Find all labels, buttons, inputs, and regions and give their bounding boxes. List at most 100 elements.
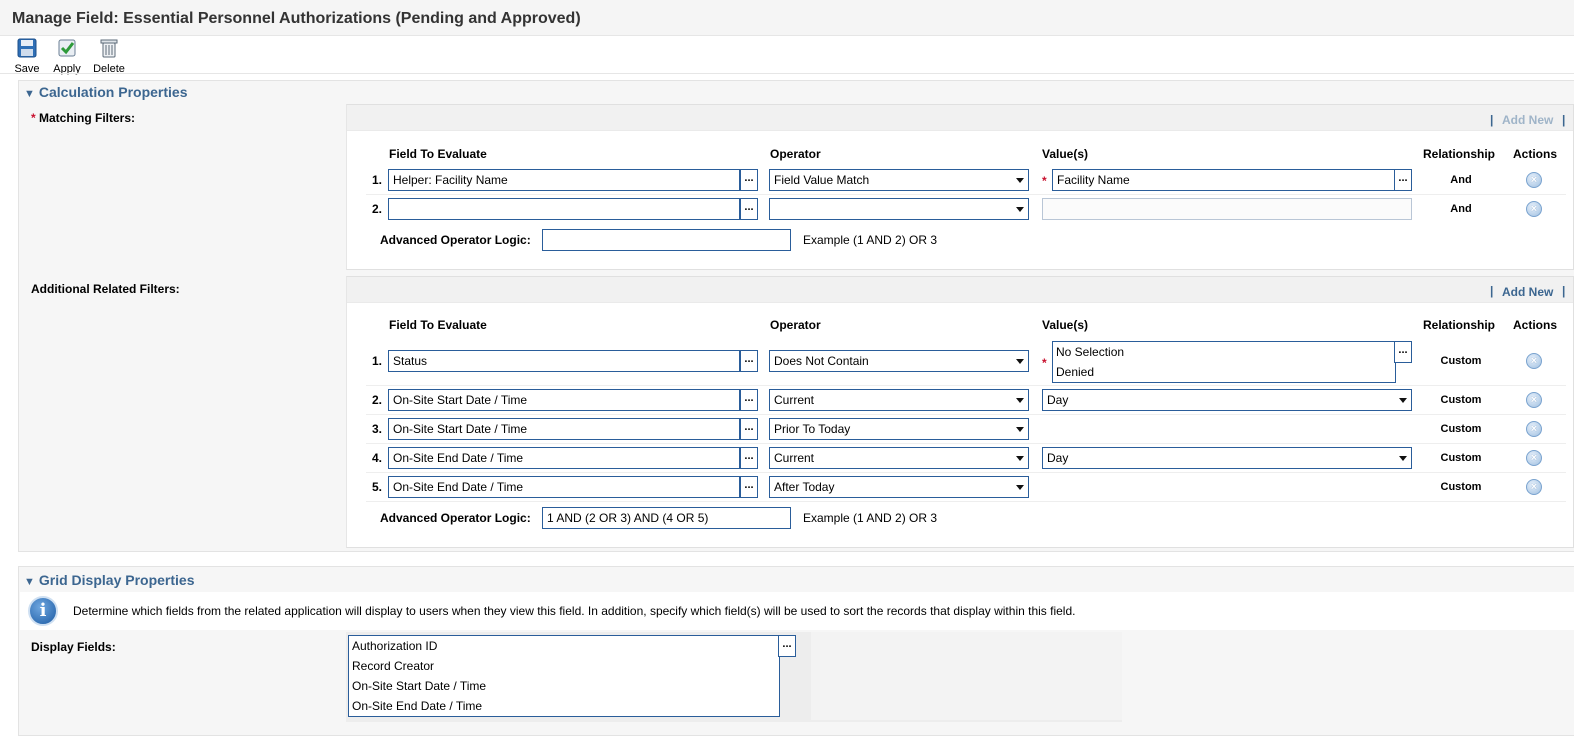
list-item: Denied [1056,365,1095,379]
field-to-evaluate-input[interactable]: On-Site Start Date / Time [388,418,740,440]
column-header-relationship: Relationship [1423,318,1496,332]
additional-filters-label: Additional Related Filters: [31,282,180,296]
row-divider [366,194,1566,195]
required-mark: * [1042,174,1047,188]
calculation-properties-toggle[interactable]: ▼ Calculation Properties [24,84,187,100]
relationship-value: And [1450,174,1472,186]
field-lookup-button[interactable]: ... [740,169,758,191]
section-heading: Calculation Properties [38,84,188,100]
display-fields-label: Display Fields: [31,640,116,654]
value-input[interactable]: Facility Name [1052,169,1396,191]
chevron-down-icon [1016,178,1024,183]
divider-pipe: | [1562,113,1566,127]
divider-pipe: | [1490,113,1494,127]
advanced-logic-input[interactable]: 1 AND (2 OR 3) AND (4 OR 5) [542,507,791,529]
display-fields-lookup-button[interactable]: ... [778,635,796,657]
display-fields-list[interactable]: Authorization ID Record Creator On-Site … [348,635,780,717]
operator-value: After Today [774,480,835,494]
operator-value: Does Not Contain [774,354,869,368]
row-number: 2. [371,202,382,216]
additional-filters-panel [346,276,1574,548]
row-divider [366,414,1566,415]
remove-circle-icon[interactable]: × [1526,450,1542,466]
row-number: 4. [371,451,382,465]
divider-pipe: | [1490,284,1494,298]
field-to-evaluate-input[interactable]: Helper: Facility Name [388,169,740,191]
value-input[interactable] [1042,198,1412,220]
remove-circle-icon[interactable]: × [1526,201,1542,217]
chevron-down-icon [1399,456,1407,461]
chevron-down-icon [1399,398,1407,403]
remove-circle-icon[interactable]: × [1526,353,1542,369]
field-to-evaluate-input[interactable] [388,198,740,220]
matching-filters-text: Matching Filters: [39,111,136,125]
list-item: Authorization ID [352,639,438,653]
list-item: On-Site End Date / Time [352,699,483,713]
row-number: 2. [371,393,382,407]
value-lookup-button[interactable]: ... [1394,169,1412,191]
required-mark: * [31,111,36,125]
field-to-evaluate-input[interactable]: Status [388,350,740,372]
add-new-link[interactable]: Add New [1502,113,1553,127]
field-to-evaluate-input[interactable]: On-Site Start Date / Time [388,389,740,411]
field-to-evaluate-input[interactable]: On-Site End Date / Time [388,476,740,498]
grid-display-properties-toggle[interactable]: ▼ Grid Display Properties [24,572,195,588]
column-header-values: Value(s) [1042,318,1089,332]
value-select[interactable]: Day [1042,389,1412,411]
column-header-operator: Operator [770,318,821,332]
section-heading: Grid Display Properties [38,572,195,588]
relationship-value: Custom [1440,394,1482,406]
field-lookup-button[interactable]: ... [740,476,758,498]
remove-circle-icon[interactable]: × [1526,392,1542,408]
toolbar-divider [0,73,1574,74]
chevron-down-icon [1016,359,1024,364]
relationship-value: Custom [1440,452,1482,464]
relationship-value: Custom [1440,481,1482,493]
operator-select[interactable]: Current [769,389,1029,411]
row-number: 1. [371,173,382,187]
advanced-logic-input[interactable] [542,229,791,251]
value-select[interactable]: Day [1042,447,1412,469]
field-lookup-button[interactable]: ... [740,447,758,469]
operator-select[interactable]: Current [769,447,1029,469]
field-lookup-button[interactable]: ... [740,198,758,220]
trash-icon [100,39,118,58]
column-header-field: Field To Evaluate [389,147,487,161]
operator-select[interactable]: Field Value Match [769,169,1029,191]
save-button[interactable]: Save [12,38,42,75]
column-header-actions: Actions [1513,318,1558,332]
advanced-logic-label: Advanced Operator Logic: [380,233,531,247]
delete-button[interactable]: Delete [90,38,128,75]
apply-button[interactable]: Apply [50,38,84,75]
remove-circle-icon[interactable]: × [1526,479,1542,495]
value-list[interactable]: No Selection Denied [1052,341,1396,383]
row-divider [366,443,1566,444]
apply-icon [58,39,76,57]
field-lookup-button[interactable]: ... [740,418,758,440]
column-header-values: Value(s) [1042,147,1089,161]
chevron-down-icon [1016,207,1024,212]
add-new-link[interactable]: Add New [1502,285,1553,299]
field-lookup-button[interactable]: ... [740,350,758,372]
relationship-value: Custom [1440,355,1482,367]
info-icon: i [28,596,58,626]
row-number: 5. [371,480,382,494]
chevron-down-icon [1016,398,1024,403]
chevron-down-icon [1016,456,1024,461]
remove-circle-icon[interactable]: × [1526,421,1542,437]
operator-value: Field Value Match [774,173,870,187]
field-lookup-button[interactable]: ... [740,389,758,411]
operator-select[interactable]: Does Not Contain [769,350,1029,372]
operator-select[interactable] [769,198,1029,220]
operator-select[interactable]: Prior To Today [769,418,1029,440]
sort-panel [811,632,1122,720]
remove-circle-icon[interactable]: × [1526,172,1542,188]
row-divider [366,385,1566,386]
operator-select[interactable]: After Today [769,476,1029,498]
value-lookup-button[interactable]: ... [1394,341,1412,363]
field-to-evaluate-input[interactable]: On-Site End Date / Time [388,447,740,469]
matching-filters-panel-header [347,105,1573,131]
column-header-field: Field To Evaluate [389,318,487,332]
page-title: Manage Field: Essential Personnel Author… [12,10,581,27]
operator-value: Current [774,451,815,465]
